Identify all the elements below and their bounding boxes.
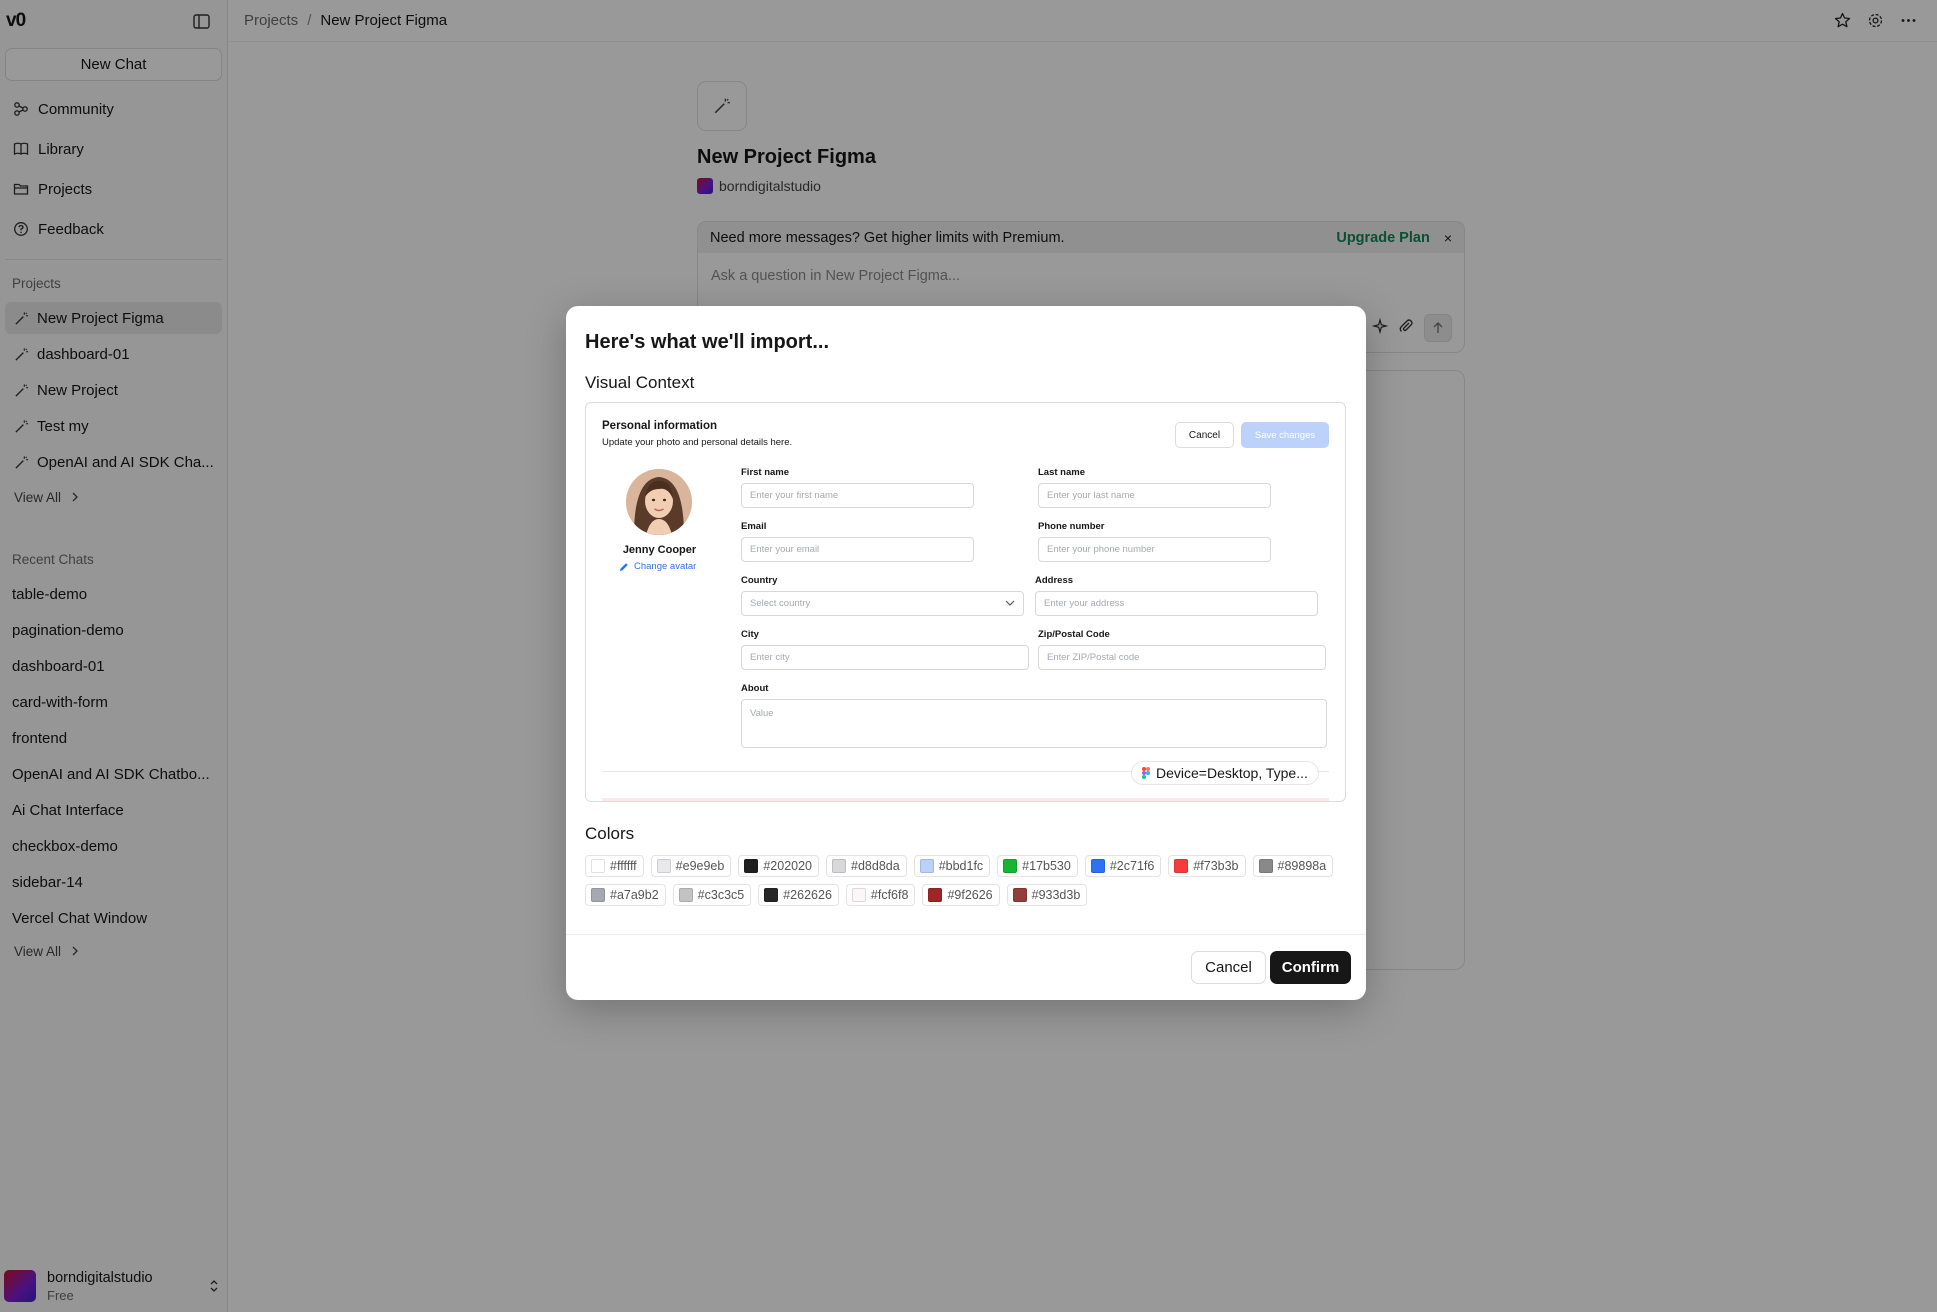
color-hex-label: #d8d8da (851, 859, 900, 873)
field-input: Enter your last name (1038, 483, 1271, 508)
color-hex-label: #fcf6f8 (870, 888, 909, 902)
field-input: Enter city (741, 645, 1029, 670)
visual-context-preview: Personal information Update your photo a… (585, 402, 1346, 802)
field-label: Last name (1038, 467, 1085, 478)
color-swatch: #9f2626 (922, 884, 1000, 906)
dialog-title: Here's what we'll import... (585, 331, 830, 353)
preview-subheading: Update your photo and personal details h… (602, 437, 793, 448)
color-swatch: #bbd1fc (913, 855, 991, 877)
color-swatch: #ffffff (585, 855, 644, 877)
color-chip (832, 859, 847, 873)
color-swatch: #202020 (738, 855, 820, 877)
chevron-down-icon (1005, 600, 1015, 606)
color-swatch: #17b530 (997, 855, 1078, 877)
preview-avatar (626, 469, 692, 535)
color-chip (1174, 859, 1189, 873)
color-chip (1258, 859, 1273, 873)
color-swatch: #e9e9eb (650, 855, 732, 877)
field-label: Phone number (1038, 521, 1105, 532)
colors-heading: Colors (585, 824, 635, 843)
color-hex-label: #202020 (763, 859, 813, 873)
color-hex-label: #89898a (1277, 859, 1327, 873)
preview-change-avatar: Change avatar (619, 561, 696, 572)
select-placeholder: Select country (750, 598, 811, 609)
field-input: Enter your email (741, 537, 974, 562)
cancel-button[interactable]: Cancel (1191, 951, 1266, 984)
color-hex-label: #9f2626 (947, 888, 993, 902)
color-hex-label: #17b530 (1022, 859, 1071, 873)
figma-icon (1142, 767, 1150, 779)
color-swatch: #fcf6f8 (845, 884, 916, 906)
color-chip (1003, 859, 1018, 873)
color-swatches: #ffffff #e9e9eb #202020 #d8d8da #bbd1fc #17b5… (585, 855, 1355, 906)
field-label: Country (741, 575, 778, 586)
color-hex-label: #ffffff (610, 859, 637, 873)
field-input: Enter your address (1035, 591, 1318, 616)
field-select: Select country (741, 591, 1024, 616)
preview-first-name-field: First name Enter your first name (741, 467, 974, 508)
field-input: Enter your first name (741, 483, 974, 508)
field-label: First name (741, 467, 790, 478)
preview-country-field: Country Select country (741, 575, 1024, 616)
field-label: Address (1035, 575, 1074, 586)
color-chip (919, 859, 934, 873)
preview-phone-field: Phone number Enter your phone number (1038, 521, 1271, 562)
preview-email-field: Email Enter your email (741, 521, 974, 562)
color-chip (851, 888, 866, 902)
color-chip (591, 859, 605, 873)
field-input: Enter your phone number (1038, 537, 1271, 562)
field-input: Enter ZIP/Postal code (1038, 645, 1326, 670)
preview-bottom-edge (602, 798, 1329, 801)
color-swatch: #89898a (1252, 855, 1334, 877)
field-textarea: Value (741, 699, 1327, 748)
preview-city-field: City Enter city (741, 629, 1029, 670)
color-swatch: #933d3b (1006, 884, 1088, 906)
figma-frame-tag: Device=Desktop, Type... (1131, 761, 1319, 785)
preview-user-name: Jenny Cooper (622, 544, 697, 556)
color-hex-label: #c3c3c5 (697, 888, 745, 902)
preview-about-field: About Value (741, 683, 1327, 748)
color-chip (591, 888, 605, 902)
preview-cancel-button: Cancel (1175, 422, 1234, 448)
preview-address-field: Address Enter your address (1035, 575, 1318, 616)
color-hex-label: #a7a9b2 (610, 888, 659, 902)
field-label: Email (741, 521, 767, 532)
visual-context-heading: Visual Context (585, 373, 695, 392)
color-hex-label: #262626 (783, 888, 832, 902)
color-chip (764, 888, 779, 902)
import-dialog: Here's what we'll import... Visual Conte… (566, 306, 1366, 1000)
color-hex-label: #e9e9eb (675, 859, 725, 873)
preview-last-name-field: Last name Enter your last name (1038, 467, 1271, 508)
color-hex-label: #f73b3b (1193, 859, 1239, 873)
color-chip (678, 888, 693, 902)
color-chip (744, 859, 759, 873)
color-chip (928, 888, 943, 902)
color-hex-label: #2c71f6 (1109, 859, 1155, 873)
color-swatch: #c3c3c5 (672, 884, 752, 906)
confirm-button[interactable]: Confirm (1270, 951, 1351, 984)
change-avatar-label: Change avatar (634, 561, 697, 572)
pencil-icon (620, 562, 628, 571)
color-swatch: #a7a9b2 (585, 884, 666, 906)
preview-zip-field: Zip/Postal Code Enter ZIP/Postal code (1038, 629, 1326, 670)
color-hex-label: #933d3b (1031, 888, 1081, 902)
color-swatch: #f73b3b (1168, 855, 1246, 877)
color-swatch: #262626 (758, 884, 839, 906)
preview-save-button: Save changes (1241, 422, 1329, 448)
dialog-footer-divider (566, 934, 1366, 935)
field-label: City (741, 629, 759, 640)
field-label: Zip/Postal Code (1038, 629, 1110, 640)
preview-heading: Personal information (602, 420, 718, 432)
frame-tag-label: Device=Desktop, Type... (1156, 765, 1308, 781)
color-hex-label: #bbd1fc (938, 859, 984, 873)
preview-header: Personal information Update your photo a… (602, 420, 792, 448)
color-swatch: #d8d8da (826, 855, 907, 877)
color-chip (1012, 888, 1027, 902)
color-swatch: #2c71f6 (1084, 855, 1162, 877)
field-label: About (741, 683, 769, 694)
color-chip (656, 859, 671, 873)
color-chip (1090, 859, 1105, 873)
